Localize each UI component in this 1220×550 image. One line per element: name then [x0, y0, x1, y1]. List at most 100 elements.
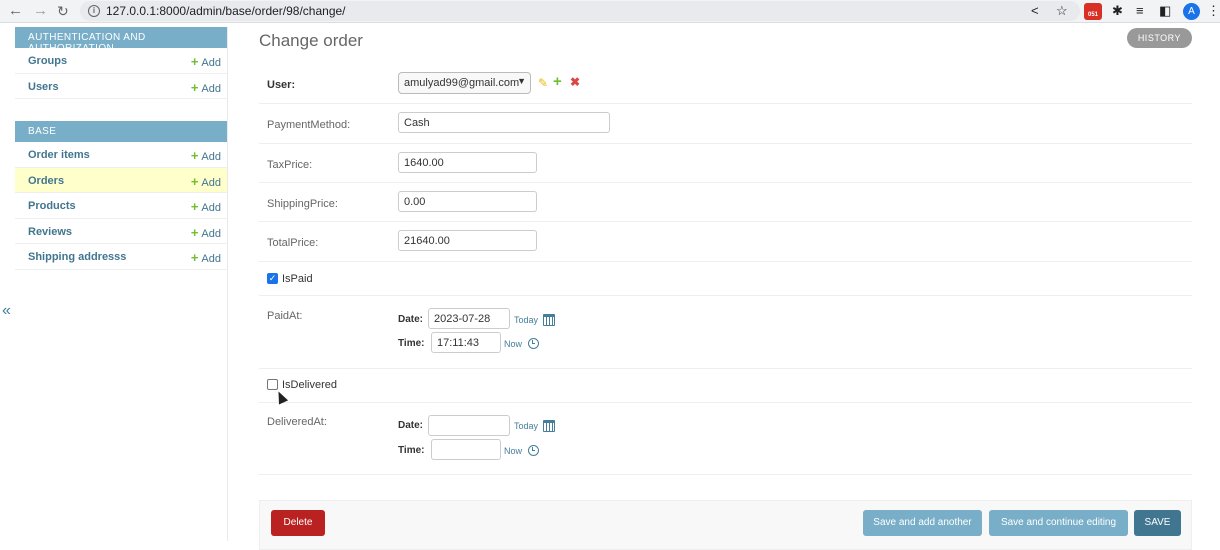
back-arrow-icon[interactable]: ← — [8, 2, 23, 20]
add-related-icon[interactable]: + — [553, 73, 562, 90]
shipping-price-input[interactable]: 0.00 — [398, 191, 537, 212]
sidebar-item-reviews[interactable]: Reviews +Add — [15, 219, 227, 245]
is-delivered-checkbox[interactable] — [267, 379, 278, 390]
sidebar-item-label[interactable]: Reviews — [28, 226, 72, 238]
forward-arrow-icon[interactable]: → — [33, 2, 48, 20]
reading-list-icon[interactable]: ≡ — [1136, 3, 1144, 19]
sidebar-item-label[interactable]: Order items — [28, 149, 90, 161]
chevron-down-icon: ▼ — [517, 76, 526, 86]
plus-icon: + — [191, 54, 199, 69]
reload-icon[interactable]: ↻ — [57, 2, 69, 20]
sidebar-item-groups[interactable]: Groups +Add — [15, 48, 227, 74]
paid-today-link[interactable]: Today — [514, 315, 538, 325]
submit-row: Delete Save and add another Save and con… — [259, 500, 1192, 550]
payment-method-input[interactable]: Cash — [398, 112, 610, 133]
sidebar-item-label[interactable]: Orders — [28, 175, 64, 187]
add-label: Add — [201, 151, 221, 163]
field-row-user: User: amulyad99@gmail.com ▼ ✎ + ✖ — [259, 64, 1192, 104]
field-row-payment: PaymentMethod: Cash — [259, 104, 1192, 144]
paid-time-label: Time: — [398, 338, 425, 349]
save-add-another-button[interactable]: Save and add another — [863, 510, 982, 536]
paid-date-label: Date: — [398, 314, 423, 325]
user-label: User: — [267, 79, 295, 91]
plus-icon: + — [191, 80, 199, 95]
address-bar[interactable]: i 127.0.0.1:8000/admin/base/order/98/cha… — [80, 1, 1080, 21]
sidebar-item-shipping-address[interactable]: Shipping addresss +Add — [15, 244, 227, 270]
profile-avatar[interactable]: A — [1183, 3, 1200, 20]
paid-at-label: PaidAt: — [267, 310, 302, 322]
history-button[interactable]: HISTORY — [1127, 28, 1192, 48]
add-link[interactable]: +Add — [191, 250, 221, 265]
sidebar-item-orders[interactable]: Orders +Add — [15, 168, 227, 194]
clock-icon[interactable] — [528, 338, 539, 349]
add-label: Add — [201, 228, 221, 240]
save-button[interactable]: SAVE — [1134, 510, 1181, 536]
delivered-today-link[interactable]: Today — [514, 421, 538, 431]
plus-icon: + — [191, 250, 199, 265]
extension-badge[interactable]: 051 — [1084, 3, 1102, 20]
delete-related-icon[interactable]: ✖ — [570, 75, 580, 89]
add-link[interactable]: +Add — [191, 54, 221, 69]
clock-icon[interactable] — [528, 445, 539, 456]
sidebar-item-users[interactable]: Users +Add — [15, 74, 227, 100]
nav-sidebar: AUTHENTICATION AND AUTHORIZATION Groups … — [15, 27, 228, 541]
calendar-icon[interactable] — [543, 314, 555, 326]
is-delivered-label[interactable]: IsDelivered — [282, 379, 337, 391]
plus-icon: + — [191, 225, 199, 240]
edit-pencil-icon[interactable]: ✎ — [538, 76, 548, 90]
side-panel-icon[interactable]: ◧ — [1159, 3, 1171, 19]
paid-time-input[interactable]: 17:11:43 — [431, 332, 501, 353]
sidebar-item-label[interactable]: Products — [28, 200, 76, 212]
sidebar-item-label[interactable]: Users — [28, 81, 59, 93]
sidebar-item-label[interactable]: Groups — [28, 55, 67, 67]
total-price-input[interactable]: 21640.00 — [398, 230, 537, 251]
bookmark-star-icon[interactable]: ☆ — [1056, 3, 1068, 19]
add-link[interactable]: +Add — [191, 148, 221, 163]
sidebar-item-products[interactable]: Products +Add — [15, 193, 227, 219]
user-select[interactable]: amulyad99@gmail.com ▼ — [398, 72, 531, 94]
extensions-puzzle-icon[interactable]: ✱ — [1112, 3, 1123, 19]
sidebar-item-label[interactable]: Shipping addresss — [28, 251, 126, 263]
add-link[interactable]: +Add — [191, 174, 221, 189]
sidebar-collapse-toggle[interactable]: « — [2, 302, 11, 320]
field-row-shipping: ShippingPrice: 0.00 — [259, 183, 1192, 222]
url-text: 127.0.0.1:8000/admin/base/order/98/chang… — [106, 4, 346, 18]
sidebar-item-order-items[interactable]: Order items +Add — [15, 142, 227, 168]
add-label: Add — [201, 177, 221, 189]
plus-icon: + — [191, 148, 199, 163]
is-paid-label[interactable]: IsPaid — [282, 273, 313, 285]
paid-date-input[interactable]: 2023-07-28 — [428, 308, 510, 329]
delivered-date-input[interactable] — [428, 415, 510, 436]
is-paid-checkbox[interactable]: ✓ — [267, 273, 278, 284]
module-auth: AUTHENTICATION AND AUTHORIZATION Groups … — [15, 27, 227, 99]
browser-menu-icon[interactable]: ⋮ — [1207, 3, 1220, 19]
browser-toolbar: ← → ↻ i 127.0.0.1:8000/admin/base/order/… — [0, 0, 1220, 23]
site-info-icon[interactable]: i — [88, 5, 100, 17]
share-icon[interactable]: < — [1031, 3, 1039, 19]
paid-now-link[interactable]: Now — [504, 339, 522, 349]
add-link[interactable]: +Add — [191, 199, 221, 214]
field-row-tax: TaxPrice: 1640.00 — [259, 144, 1192, 183]
module-caption-base: BASE — [15, 121, 227, 142]
field-row-delivered-at: DeliveredAt: Date: Today Time: Now — [259, 403, 1192, 475]
delivered-time-input[interactable] — [431, 439, 501, 460]
plus-icon: + — [191, 199, 199, 214]
add-label: Add — [201, 202, 221, 214]
delete-button[interactable]: Delete — [271, 510, 325, 536]
module-spacer — [15, 99, 227, 121]
add-link[interactable]: +Add — [191, 225, 221, 240]
field-row-is-delivered: IsDelivered — [259, 369, 1192, 403]
save-continue-button[interactable]: Save and continue editing — [989, 510, 1128, 536]
add-label: Add — [201, 57, 221, 69]
calendar-icon[interactable] — [543, 420, 555, 432]
plus-icon: + — [191, 174, 199, 189]
add-link[interactable]: +Add — [191, 80, 221, 95]
field-row-total: TotalPrice: 21640.00 — [259, 222, 1192, 262]
shipping-price-label: ShippingPrice: — [267, 198, 338, 210]
module-caption-auth: AUTHENTICATION AND AUTHORIZATION — [15, 27, 227, 48]
change-form: Change order HISTORY User: amulyad99@gma… — [259, 27, 1192, 541]
field-row-paid-at: PaidAt: Date: 2023-07-28 Today Time: 17:… — [259, 296, 1192, 369]
add-label: Add — [201, 253, 221, 265]
delivered-now-link[interactable]: Now — [504, 446, 522, 456]
tax-price-input[interactable]: 1640.00 — [398, 152, 537, 173]
